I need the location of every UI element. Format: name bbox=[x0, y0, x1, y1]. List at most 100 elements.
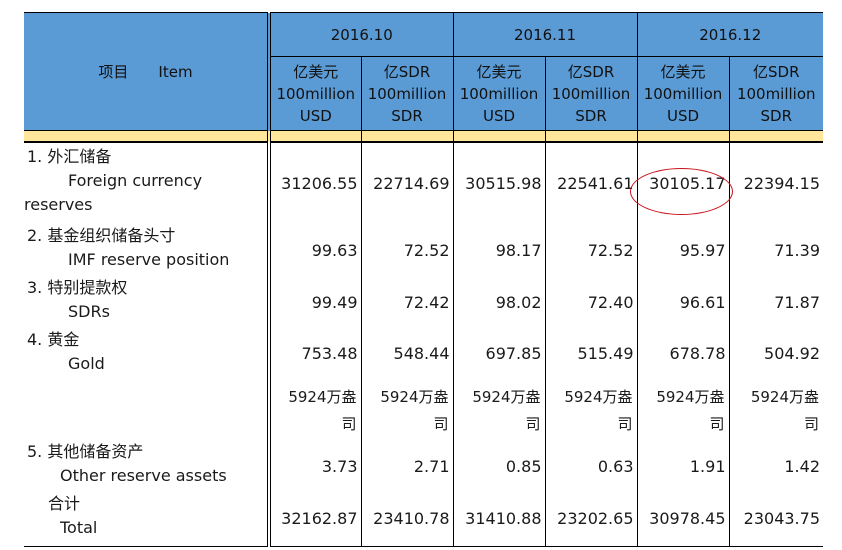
gold-weight-cell: 5924万盎司 bbox=[361, 378, 454, 440]
unit-line: USD bbox=[482, 106, 516, 125]
value-cell: 0.85 bbox=[453, 440, 546, 492]
unit-line: 亿美元 bbox=[660, 62, 706, 81]
row-label-en: Total bbox=[60, 518, 98, 537]
total-cell: 31410.88 bbox=[453, 492, 546, 547]
value-cell: 95.97 bbox=[637, 224, 730, 276]
value-cell: 3.73 bbox=[269, 440, 362, 492]
unit-usd-header: 亿美元 100million USD bbox=[269, 56, 362, 131]
gold-weight-line: 司 bbox=[341, 415, 357, 433]
gold-weight-line: 5924万盎 bbox=[380, 388, 449, 406]
value-cell: 22714.69 bbox=[361, 141, 454, 224]
gold-weight-line: 5924万盎 bbox=[288, 388, 357, 406]
total-cell: 30978.45 bbox=[637, 492, 730, 547]
table-row: 3. 特别提款权 SDRs 99.49 72.42 98.02 72.40 96… bbox=[24, 276, 823, 328]
gold-weight-cell: 5924万盎司 bbox=[637, 378, 730, 440]
unit-sdr-header: 亿SDR 100million SDR bbox=[729, 56, 823, 131]
unit-line: 100million bbox=[459, 84, 539, 103]
unit-sdr-header: 亿SDR 100million SDR bbox=[361, 56, 454, 131]
row-label-en: SDRs bbox=[68, 302, 110, 321]
value-cell: 98.02 bbox=[453, 276, 546, 328]
row-label-en: Other reserve assets bbox=[60, 466, 227, 485]
gold-weight-line: 司 bbox=[433, 415, 449, 433]
unit-line: 亿美元 bbox=[293, 62, 339, 81]
table-row: 1. 外汇储备 Foreign currency reserves 31206.… bbox=[24, 141, 823, 224]
value-cell: 72.42 bbox=[361, 276, 454, 328]
unit-line: 亿SDR bbox=[753, 62, 800, 81]
total-cell: 32162.87 bbox=[269, 492, 362, 547]
gold-weight-line: 5924万盎 bbox=[656, 388, 725, 406]
value-cell-highlighted: 30105.17 bbox=[637, 141, 730, 224]
row-label: 5. 其他储备资产 Other reserve assets bbox=[24, 440, 271, 492]
header-band bbox=[24, 130, 823, 143]
unit-line: USD bbox=[299, 106, 332, 125]
period-label: 2016.12 bbox=[699, 25, 762, 44]
value-cell: 96.61 bbox=[637, 276, 730, 328]
reserves-table: 项目 Item 2016.10 2016.11 2016.12 亿美元 100mi… bbox=[24, 12, 823, 547]
gold-weight-line: 司 bbox=[709, 415, 725, 433]
value-cell: 22541.61 bbox=[545, 141, 638, 224]
unit-line: SDR bbox=[575, 106, 607, 125]
gold-weight-cell: 5924万盎司 bbox=[729, 378, 823, 440]
gold-weight-line: 司 bbox=[617, 415, 633, 433]
unit-line: 亿美元 bbox=[476, 62, 522, 81]
unit-usd-header: 亿美元 100million USD bbox=[453, 56, 546, 131]
row-label-zh: 3. 特别提款权 bbox=[27, 278, 128, 297]
value-cell: 515.49 bbox=[545, 328, 638, 378]
value-cell: 99.49 bbox=[269, 276, 362, 328]
table-row: 2. 基金组织储备头寸 IMF reserve position 99.63 7… bbox=[24, 224, 823, 276]
value-cell: 678.78 bbox=[637, 328, 730, 378]
row-label-zh: 5. 其他储备资产 bbox=[27, 442, 144, 461]
row-label-zh: 4. 黄金 bbox=[27, 330, 80, 349]
period-header: 2016.12 bbox=[637, 12, 823, 57]
value-cell: 72.52 bbox=[545, 224, 638, 276]
row-label-zh: 2. 基金组织储备头寸 bbox=[27, 226, 176, 245]
row-label-en: reserves bbox=[24, 195, 93, 214]
gold-weight-line: 司 bbox=[525, 415, 541, 433]
value-cell: 697.85 bbox=[453, 328, 546, 378]
value-cell: 1.91 bbox=[637, 440, 730, 492]
unit-line: SDR bbox=[760, 106, 793, 125]
unit-line: 100million bbox=[276, 84, 356, 103]
value-cell: 71.39 bbox=[774, 240, 820, 260]
item-header: 项目 Item bbox=[24, 12, 271, 131]
unit-line: 100million bbox=[551, 84, 631, 103]
unit-line: 100million bbox=[643, 84, 723, 103]
row-label-en: Foreign currency bbox=[68, 171, 203, 190]
gold-weight-cell: 5924万盎司 bbox=[545, 378, 638, 440]
value-cell: 30515.98 bbox=[453, 141, 546, 224]
value-cell: 99.63 bbox=[269, 224, 362, 276]
value-cell: 31206.55 bbox=[269, 141, 362, 224]
period-header: 2016.11 bbox=[453, 12, 638, 57]
unit-line: USD bbox=[666, 106, 700, 125]
gold-weight-line: 司 bbox=[803, 415, 819, 433]
unit-line: 亿SDR bbox=[383, 62, 431, 81]
table-row-total: 合计 Total 32162.87 23410.78 31410.88 2320… bbox=[24, 492, 823, 547]
value-cell: 22394.15 bbox=[729, 141, 823, 224]
item-header-label: 项目 Item bbox=[98, 62, 193, 81]
gold-weight-line: 5924万盎 bbox=[564, 388, 633, 406]
value-cell: 72.52 bbox=[361, 224, 454, 276]
row-label: 3. 特别提款权 SDRs bbox=[24, 276, 271, 328]
total-cell: 23043.75 bbox=[729, 492, 823, 547]
unit-line: SDR bbox=[391, 106, 423, 125]
row-label: 2. 基金组织储备头寸 IMF reserve position bbox=[24, 224, 271, 276]
row-label-zh: 1. 外汇储备 bbox=[27, 147, 112, 166]
value-cell: 71.87 bbox=[774, 292, 820, 312]
value-cell: 72.40 bbox=[545, 276, 638, 328]
value-cell: 548.44 bbox=[361, 328, 454, 378]
table-row: 4. 黄金 Gold 753.48 548.44 697.85 515.49 6… bbox=[24, 328, 823, 440]
period-label: 2016.10 bbox=[330, 25, 393, 44]
value-cell: 753.48 bbox=[269, 328, 362, 378]
unit-line: 100million bbox=[367, 84, 447, 103]
table-row: 5. 其他储备资产 Other reserve assets 3.73 2.71… bbox=[24, 440, 823, 492]
row-label-zh: 合计 bbox=[48, 494, 81, 513]
value-cell: 0.63 bbox=[545, 440, 638, 492]
gold-weight-cell: 5924万盎司 bbox=[453, 378, 546, 440]
total-cell: 23410.78 bbox=[361, 492, 454, 547]
period-label: 2016.11 bbox=[513, 25, 577, 44]
unit-line: 100million bbox=[736, 84, 816, 103]
row-label: 合计 Total bbox=[24, 492, 271, 547]
row-label: 4. 黄金 Gold bbox=[24, 328, 271, 440]
row-label-en: Gold bbox=[68, 354, 105, 373]
gold-weight-line: 5924万盎 bbox=[750, 388, 819, 406]
